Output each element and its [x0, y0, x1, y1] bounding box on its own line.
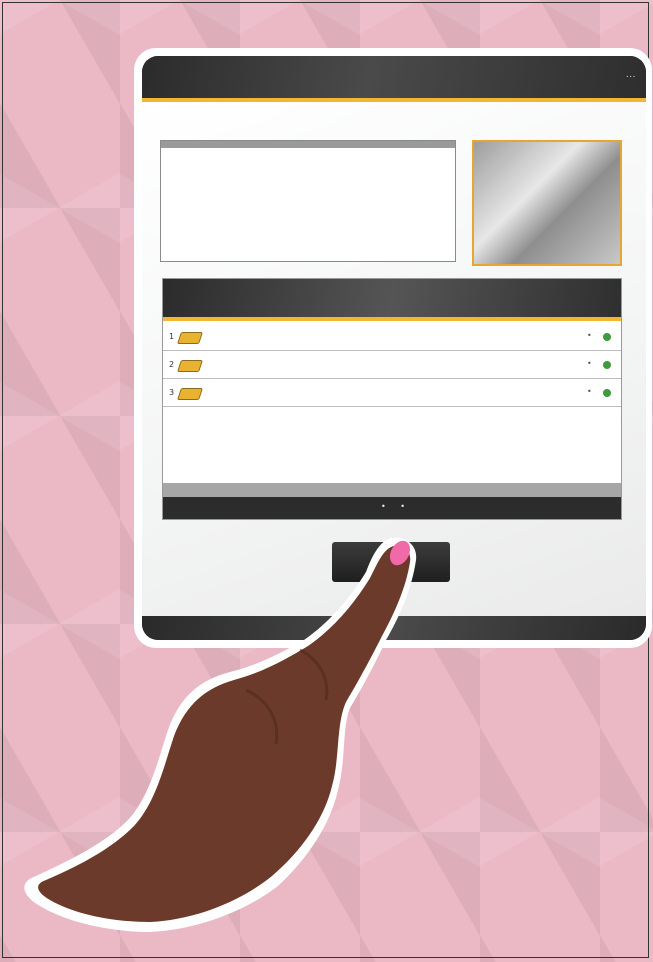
pointing-hand-illustration: [24, 537, 417, 932]
hand-skin: [38, 545, 411, 922]
